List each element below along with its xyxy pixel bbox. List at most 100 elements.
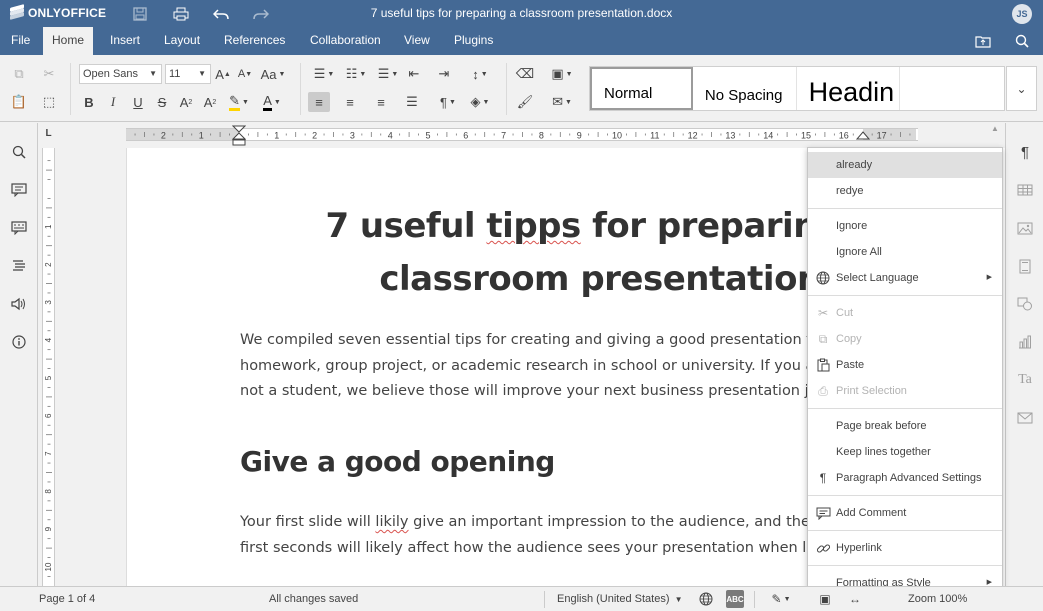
style-no-spacing[interactable]: No Spacing xyxy=(693,67,797,110)
tab-stop-selector[interactable]: L xyxy=(42,128,55,141)
copy-item[interactable]: ⧉ Copy xyxy=(808,326,1002,352)
justify-icon[interactable]: ☰ xyxy=(401,92,423,112)
align-center-icon[interactable]: ≡ xyxy=(339,92,361,112)
search-icon[interactable] xyxy=(9,142,29,162)
clear-style-icon[interactable]: ⌫ xyxy=(514,64,536,84)
misspelled-word[interactable]: tipps xyxy=(486,206,581,246)
copy-style-icon[interactable]: 🖌 xyxy=(514,92,536,112)
align-left-icon[interactable]: ≡ xyxy=(308,92,330,112)
increase-indent-icon[interactable]: ⇥ xyxy=(433,64,455,84)
tab-file[interactable]: File xyxy=(2,27,39,55)
right-indent-marker[interactable] xyxy=(856,131,870,141)
cut-item[interactable]: ✂ Cut xyxy=(808,300,1002,326)
suggestion-item[interactable]: already xyxy=(808,152,1002,178)
underline-icon[interactable]: U xyxy=(127,92,149,112)
numbering-icon[interactable]: ☷ ▼ xyxy=(341,64,371,84)
document-language-select[interactable]: English (United States) ▼ xyxy=(557,593,682,605)
tab-view[interactable]: View xyxy=(395,27,439,55)
hyperlink-label: Hyperlink xyxy=(836,542,882,554)
print-icon: ⎙ xyxy=(818,384,828,398)
globe-icon[interactable] xyxy=(697,590,715,608)
navigation-icon[interactable] xyxy=(9,256,29,276)
page-indicator[interactable]: Page 1 of 4 xyxy=(39,593,95,605)
text-art-settings-icon[interactable]: Ta xyxy=(1015,370,1035,390)
ignore-all-item[interactable]: Ignore All xyxy=(808,239,1002,265)
tab-references[interactable]: References xyxy=(215,27,294,55)
speech-icon[interactable] xyxy=(9,294,29,314)
decrease-font-icon[interactable]: A ▼ xyxy=(234,64,256,84)
open-location-icon[interactable] xyxy=(974,32,992,50)
select-language-item[interactable]: Select Language ▶ xyxy=(808,265,1002,291)
style-heading[interactable]: Headin xyxy=(797,67,901,110)
change-case-icon[interactable]: Aa ▼ xyxy=(258,64,288,84)
paste-icon[interactable]: 📋 xyxy=(8,92,30,112)
subscript-icon[interactable]: A2 xyxy=(199,92,221,112)
bold-icon[interactable]: B xyxy=(78,92,100,112)
ruler-label: 17 xyxy=(877,131,887,141)
copy-icon[interactable]: ⧉ xyxy=(8,64,30,84)
increase-font-icon[interactable]: A ▲ xyxy=(212,64,234,84)
chat-icon[interactable] xyxy=(9,218,29,238)
fit-width-icon[interactable]: ↔ xyxy=(846,590,864,608)
user-avatar[interactable]: JS xyxy=(1012,4,1032,24)
mail-merge-settings-icon[interactable] xyxy=(1015,408,1035,428)
style-normal[interactable]: Normal xyxy=(590,67,693,110)
table-settings-icon[interactable] xyxy=(1015,180,1035,200)
expand-styles-button[interactable]: ⌄ xyxy=(1006,66,1037,111)
keep-lines-together-item[interactable]: Keep lines together xyxy=(808,439,1002,465)
chart-settings-icon[interactable] xyxy=(1015,332,1035,352)
cut-icon[interactable]: ✂ xyxy=(38,64,60,84)
search-icon[interactable] xyxy=(1013,32,1031,50)
hyperlink-item[interactable]: Hyperlink xyxy=(808,535,1002,561)
tab-home[interactable]: Home xyxy=(43,27,94,55)
paragraph-settings-icon[interactable]: ¶ xyxy=(1015,142,1035,162)
color-scheme-icon[interactable]: ▣ ▼ xyxy=(547,64,577,84)
bullets-icon[interactable]: ☰ ▼ xyxy=(309,64,339,84)
line-spacing-icon[interactable]: ↕ ▼ xyxy=(465,64,495,84)
superscript-icon[interactable]: A2 xyxy=(175,92,197,112)
tab-plugins[interactable]: Plugins xyxy=(445,27,502,55)
zoom-level[interactable]: Zoom 100% xyxy=(908,593,967,605)
font-color-icon[interactable]: A ▼ xyxy=(257,92,287,112)
vertical-ruler[interactable]: 1 2 3 4 5 6 7 8 9 10 xyxy=(42,148,55,586)
track-changes-icon[interactable]: ✎ ▼ xyxy=(766,590,796,608)
highlight-color-icon[interactable]: ✎ ▼ xyxy=(224,92,254,112)
decrease-indent-icon[interactable]: ⇤ xyxy=(403,64,425,84)
style-empty[interactable] xyxy=(900,67,1004,110)
tab-collaboration[interactable]: Collaboration xyxy=(301,27,390,55)
comments-icon[interactable] xyxy=(9,180,29,200)
indent-marker[interactable] xyxy=(232,125,246,147)
select-all-icon[interactable]: ⬚ xyxy=(38,92,60,112)
align-right-icon[interactable]: ≡ xyxy=(370,92,392,112)
mail-merge-icon[interactable]: ✉ ▼ xyxy=(547,92,577,112)
font-name-select[interactable]: Open Sans ▼ xyxy=(79,64,162,84)
tab-layout[interactable]: Layout xyxy=(155,27,209,55)
italic-icon[interactable]: I xyxy=(102,92,124,112)
ruler-label: 4 xyxy=(388,131,393,141)
scroll-up-arrow-icon[interactable]: ▲ xyxy=(989,124,1001,134)
add-comment-item[interactable]: Add Comment xyxy=(808,500,1002,526)
paragraph-shading-icon[interactable]: ◈ ▼ xyxy=(465,92,495,112)
misspelled-word[interactable]: likily xyxy=(375,514,408,530)
paragraph-advanced-settings-item[interactable]: ¶ Paragraph Advanced Settings xyxy=(808,465,1002,491)
strikethrough-icon[interactable]: S xyxy=(151,92,173,112)
paste-item[interactable]: Paste xyxy=(808,352,1002,378)
page-break-before-item[interactable]: Page break before xyxy=(808,413,1002,439)
fit-page-icon[interactable]: ▣ xyxy=(816,590,834,608)
suggestion-item[interactable]: redye xyxy=(808,178,1002,204)
image-settings-icon[interactable] xyxy=(1015,218,1035,238)
shape-settings-icon[interactable] xyxy=(1015,294,1035,314)
section-heading[interactable]: Give a good opening xyxy=(240,445,555,478)
ignore-item[interactable]: Ignore xyxy=(808,213,1002,239)
paragraph-line: Your first slide will xyxy=(240,514,376,530)
vertical-ruler-ticks: 1 2 3 4 5 6 7 8 9 10 xyxy=(44,160,53,577)
font-size-select[interactable]: 11 ▼ xyxy=(165,64,211,84)
tab-insert[interactable]: Insert xyxy=(101,27,149,55)
header-footer-settings-icon[interactable] xyxy=(1015,256,1035,276)
multilevel-list-icon[interactable]: ☰ ▼ xyxy=(373,64,403,84)
spellcheck-icon[interactable]: ABC xyxy=(726,590,744,608)
ruler-label: 12 xyxy=(688,131,698,141)
print-selection-item[interactable]: ⎙ Print Selection xyxy=(808,378,1002,404)
about-icon[interactable] xyxy=(9,332,29,352)
nonprinting-characters-icon[interactable]: ¶ ▼ xyxy=(433,92,463,112)
